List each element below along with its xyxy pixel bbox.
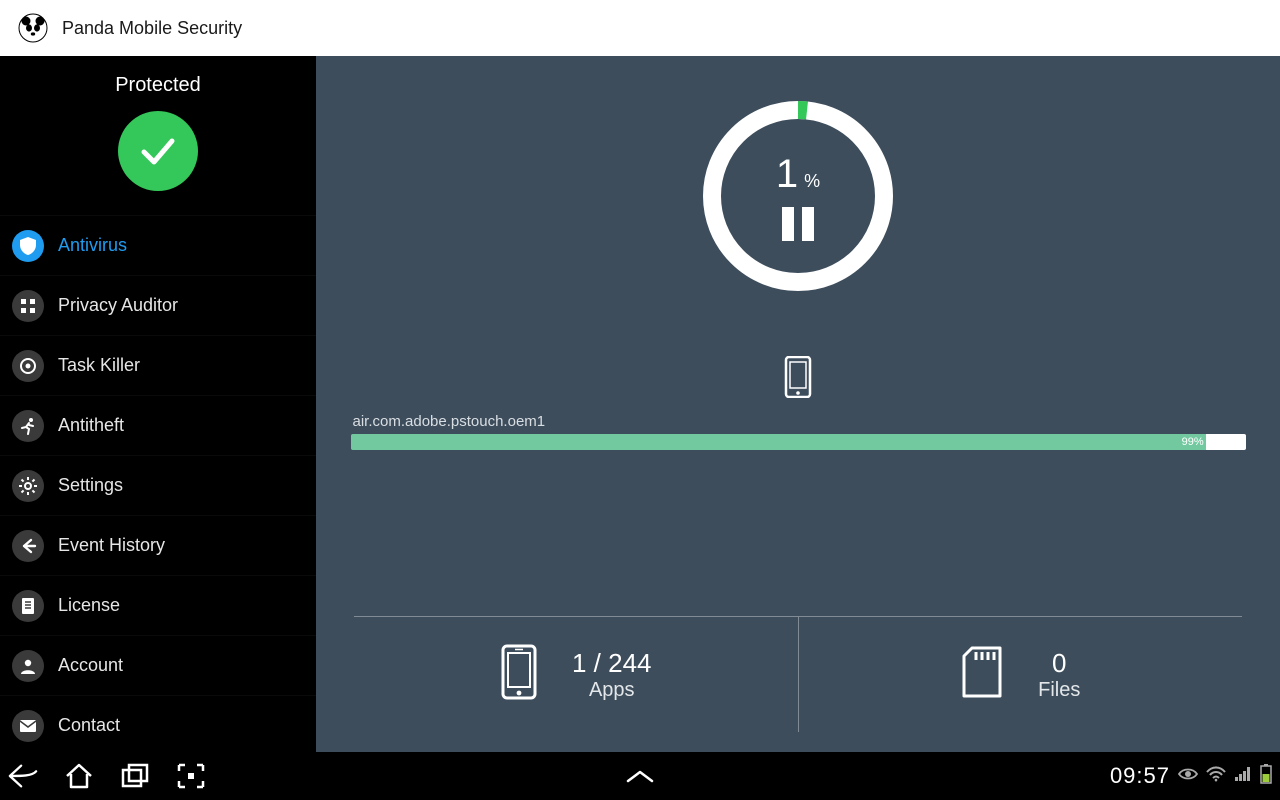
sidebar-item-label: Account [58, 655, 123, 676]
signal-icon [1234, 766, 1252, 787]
sidebar-item-license[interactable]: License [0, 575, 316, 635]
sidebar-item-label: Contact [58, 715, 120, 736]
phone-icon [500, 644, 538, 705]
app-title: Panda Mobile Security [62, 18, 242, 39]
stat-files-value: 0 [1052, 648, 1066, 679]
clock: 09:57 [1110, 763, 1170, 789]
expand-up-button[interactable] [625, 761, 655, 791]
scan-area: 1 % air.com.adobe.pstouch.oem1 [316, 56, 1280, 616]
wifi-icon [1206, 766, 1226, 787]
scan-current-item: air.com.adobe.pstouch.oem1 [351, 413, 1246, 430]
battery-icon [1260, 764, 1272, 789]
progress-cap [1206, 434, 1246, 450]
runner-icon [12, 410, 44, 442]
person-icon [12, 650, 44, 682]
sidebar-item-settings[interactable]: Settings [0, 455, 316, 515]
scan-progress-bar: 99% [351, 434, 1246, 450]
pause-button[interactable] [782, 207, 814, 241]
arrow-left-icon [12, 530, 44, 562]
stat-apps-value: 1 / 244 [572, 648, 652, 679]
android-navbar: 09:57 [0, 752, 1280, 800]
sidebar-item-privacy-auditor[interactable]: Privacy Auditor [0, 275, 316, 335]
sidebar-item-label: License [58, 595, 120, 616]
stat-files-label: Files [1038, 679, 1080, 702]
sidebar-menu: Antivirus Privacy Auditor Task Killer [0, 215, 316, 755]
gear-icon [12, 470, 44, 502]
sidebar: Protected Antivirus Privacy Auditor [0, 56, 316, 752]
sidebar-item-contact[interactable]: Contact [0, 695, 316, 755]
sidebar-item-label: Antitheft [58, 415, 124, 436]
scan-percent-value: 1 [776, 152, 798, 197]
status-bar-right: 09:57 [1110, 763, 1272, 789]
stat-apps-label: Apps [589, 679, 635, 702]
screenshot-button[interactable] [176, 761, 206, 791]
target-icon [12, 350, 44, 382]
scan-stats: 1 / 244 Apps 0 Files [354, 616, 1242, 732]
panda-logo-icon [16, 11, 50, 45]
sd-card-icon [960, 646, 1004, 703]
recent-apps-button[interactable] [120, 761, 150, 791]
scan-percent-unit: % [804, 171, 820, 192]
main-panel: 1 % air.com.adobe.pstouch.oem1 [316, 56, 1280, 752]
document-icon [12, 590, 44, 622]
sidebar-item-antivirus[interactable]: Antivirus [0, 215, 316, 275]
scan-progress-percent-label: 99% [1182, 434, 1204, 450]
sidebar-item-event-history[interactable]: Event History [0, 515, 316, 575]
back-button[interactable] [8, 761, 38, 791]
sidebar-item-antitheft[interactable]: Antitheft [0, 395, 316, 455]
sidebar-item-label: Event History [58, 535, 165, 556]
sidebar-item-label: Task Killer [58, 355, 140, 376]
sidebar-item-account[interactable]: Account [0, 635, 316, 695]
protected-check-icon [118, 111, 198, 191]
home-button[interactable] [64, 761, 94, 791]
sidebar-item-task-killer[interactable]: Task Killer [0, 335, 316, 395]
sidebar-item-label: Antivirus [58, 235, 127, 256]
scan-progress-line: air.com.adobe.pstouch.oem1 99% [351, 413, 1246, 450]
protection-status: Protected [0, 56, 316, 209]
scan-progress-ring: 1 % [698, 96, 898, 296]
stat-apps: 1 / 244 Apps [354, 617, 798, 732]
sidebar-item-label: Settings [58, 475, 123, 496]
stat-files: 0 Files [798, 617, 1243, 732]
shield-icon [12, 230, 44, 262]
scan-percent: 1 % [776, 152, 820, 197]
mail-icon [12, 710, 44, 742]
protection-status-label: Protected [115, 74, 201, 97]
smart-stay-icon [1178, 766, 1198, 787]
app-titlebar: Panda Mobile Security [0, 0, 1280, 56]
pause-icon [782, 207, 794, 241]
pause-icon [802, 207, 814, 241]
grid-icon [12, 290, 44, 322]
phone-icon [784, 356, 812, 403]
sidebar-item-label: Privacy Auditor [58, 295, 178, 316]
